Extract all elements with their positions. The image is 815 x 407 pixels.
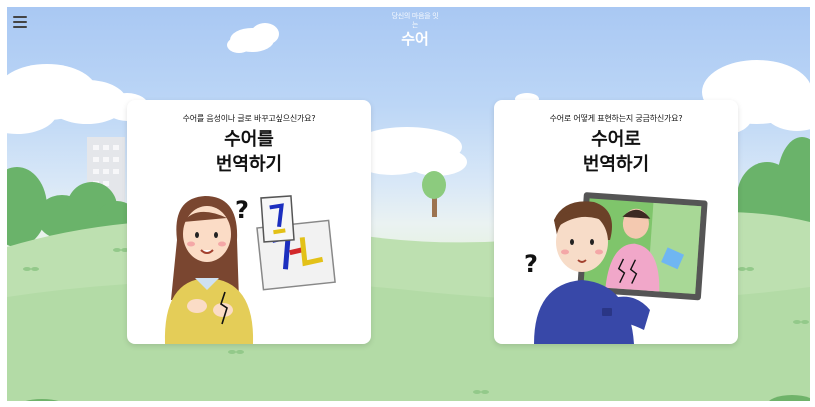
logo[interactable]: 당신의 마음을 잇는 수어 — [390, 12, 440, 48]
app-frame: 당신의 마음을 잇는 수어 수어를 음성이나 글로 바꾸고싶으신가요? 수어를 … — [7, 7, 810, 401]
svg-text:?: ? — [524, 250, 538, 278]
text-to-sign-card[interactable]: 수어로 어떻게 표현하는지 궁금하신가요? 수어로 번역하기 ? — [494, 100, 738, 344]
card-title: 수어를 번역하기 — [127, 127, 371, 177]
card-question: 수어로 어떻게 표현하는지 궁금하신가요? — [549, 114, 683, 123]
menu-icon[interactable] — [13, 16, 27, 28]
woman-signing-illustration: ? — [164, 195, 336, 344]
card-title-line2: 번역하기 — [582, 154, 650, 175]
svg-text:?: ? — [235, 196, 249, 224]
sign-to-text-card[interactable]: 수어를 음성이나 글로 바꾸고싶으신가요? 수어를 번역하기 ? — [127, 100, 371, 344]
small-tree — [422, 171, 446, 217]
logo-tagline: 당신의 마음을 잇는 — [391, 12, 439, 29]
card-title-line1: 수어로 — [591, 129, 641, 150]
card-title-line1: 수어를 — [224, 129, 274, 150]
logo-title: 수어 — [401, 30, 429, 48]
man-watching-sign-video-illustration: ? — [524, 192, 708, 344]
card-question: 수어를 음성이나 글로 바꾸고싶으신가요? — [182, 114, 316, 123]
card-title-line2: 번역하기 — [215, 154, 283, 175]
card-title: 수어로 번역하기 — [494, 127, 738, 177]
